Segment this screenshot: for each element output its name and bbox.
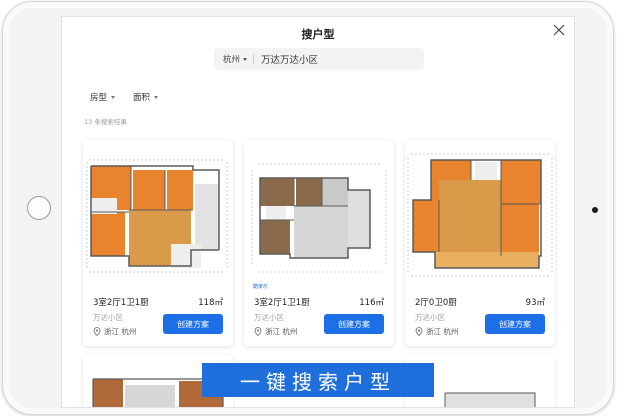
location-icon	[415, 327, 423, 336]
floorplan-image[interactable]	[83, 140, 233, 288]
card-location: 浙江 杭州	[254, 326, 297, 337]
close-icon[interactable]	[552, 23, 566, 37]
floorplan-image[interactable]	[244, 140, 394, 288]
tablet-frame: 搜户型 杭州 房型 面积 13 条搜索结果	[2, 1, 614, 415]
card-community: 万达小区	[254, 313, 284, 322]
location-icon	[93, 327, 101, 336]
card-area: 116㎡	[359, 298, 384, 308]
location-text: 浙江 杭州	[104, 327, 137, 336]
create-plan-button[interactable]: 创建方案	[324, 314, 384, 334]
filter-bar: 房型 面积	[90, 91, 159, 103]
location-text: 浙江 杭州	[426, 327, 459, 336]
card-title: 3室2厅1卫1厨	[254, 298, 310, 308]
search-bar: 杭州	[214, 48, 424, 70]
filter-room-type[interactable]: 房型	[90, 91, 116, 103]
floorplan-card[interactable]: 酷家乐 3室2厅1卫1厨 116㎡ 万达小区 浙江 杭州 创建方案	[244, 140, 394, 346]
card-title: 3室2厅1卫1厨	[93, 298, 149, 308]
floorplan-card[interactable]: 2厅0卫0厨 93㎡ 万达小区 浙江 杭州 创建方案	[405, 140, 555, 346]
promo-banner: 一键搜索户型	[202, 363, 434, 397]
card-area: 93㎡	[525, 298, 545, 308]
filter-label: 面积	[133, 93, 151, 103]
modal-title: 搜户型	[301, 28, 335, 41]
location-icon	[254, 327, 262, 336]
location-text: 浙江 杭州	[265, 327, 298, 336]
card-community: 万达小区	[93, 313, 123, 322]
result-count: 13 条搜索结果	[84, 118, 127, 126]
home-button[interactable]	[27, 196, 51, 220]
create-plan-button[interactable]: 创建方案	[163, 314, 223, 334]
search-divider	[253, 54, 255, 64]
card-community: 万达小区	[415, 313, 445, 322]
city-select[interactable]: 杭州	[214, 53, 253, 65]
chevron-down-icon	[243, 57, 248, 61]
watermark: 酷家乐	[253, 283, 268, 290]
city-label: 杭州	[223, 55, 241, 65]
filter-label: 房型	[90, 93, 108, 103]
floorplan-image[interactable]	[405, 140, 555, 288]
card-location: 浙江 杭州	[415, 326, 458, 337]
chevron-down-icon	[111, 95, 116, 99]
card-area: 118㎡	[198, 298, 223, 308]
watermark-text: 酷家乐	[253, 284, 269, 290]
filter-area[interactable]: 面积	[133, 91, 159, 103]
search-input[interactable]	[261, 53, 412, 65]
card-location: 浙江 杭州	[93, 326, 136, 337]
front-camera	[592, 207, 598, 213]
chevron-down-icon	[154, 95, 159, 99]
search-floorplan-modal: 搜户型 杭州 房型 面积 13 条搜索结果	[61, 16, 575, 408]
create-plan-button[interactable]: 创建方案	[485, 314, 545, 334]
floorplan-card[interactable]: 3室2厅1卫1厨 118㎡ 万达小区 浙江 杭州 创建方案	[83, 140, 233, 346]
card-title: 2厅0卫0厨	[415, 298, 457, 308]
